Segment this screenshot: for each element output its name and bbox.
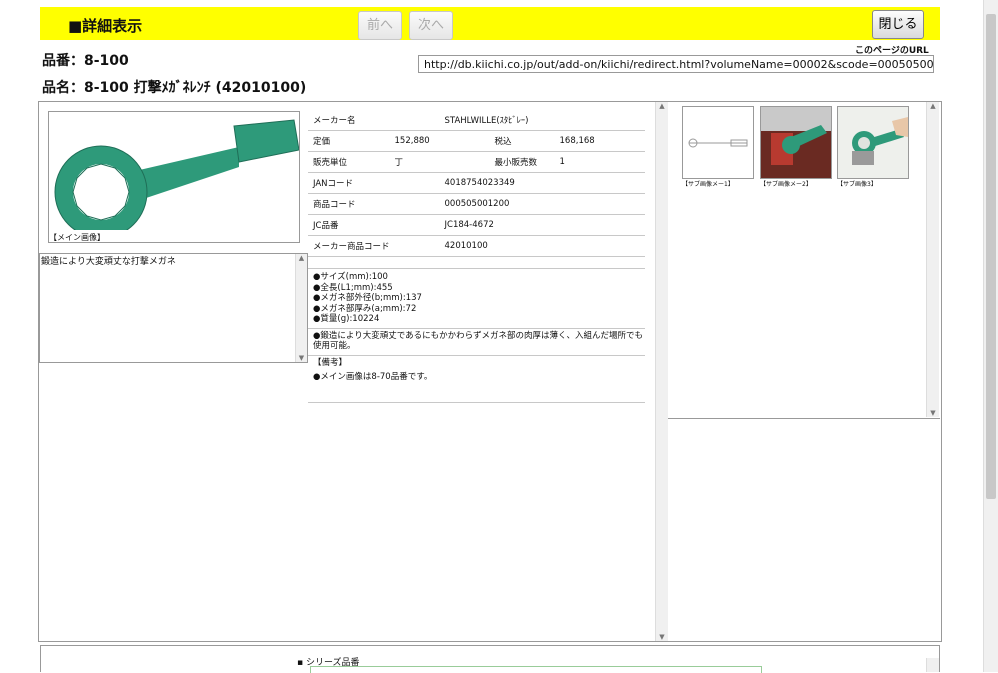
- prev-button[interactable]: 前へ: [358, 11, 402, 40]
- code-label: 商品コード: [308, 193, 390, 215]
- page-title: ■詳細表示: [68, 17, 143, 35]
- series-scrollbar[interactable]: [926, 658, 939, 672]
- description-text: 鍛造により大変頑丈な打撃メガネ: [41, 257, 176, 267]
- page-scrollbar[interactable]: [983, 0, 998, 672]
- next-button[interactable]: 次へ: [409, 11, 453, 40]
- scroll-down-icon[interactable]: ▼: [927, 409, 939, 417]
- sub-image-3-photo: [838, 107, 908, 178]
- main-image-caption: 【メイン画像】: [49, 233, 105, 242]
- description-box[interactable]: 鍛造により大変頑丈な打撃メガネ ▲ ▼: [39, 253, 308, 363]
- code-value: 000505001200: [389, 193, 645, 215]
- sub-image-1[interactable]: [682, 106, 754, 179]
- sub-image-3[interactable]: [837, 106, 909, 179]
- min-value: 1: [554, 151, 645, 173]
- sub-image-3-caption: 【サブ画像3】: [837, 181, 877, 188]
- description-scrollbar[interactable]: ▲ ▼: [295, 254, 307, 362]
- price-value: 152,880: [389, 130, 490, 152]
- sub-image-2-caption: 【サブ画像メー2】: [760, 181, 812, 188]
- min-label: 最小販売数: [489, 151, 555, 173]
- remarks-text: ●メイン画像は8-70品番です。: [313, 372, 433, 382]
- top-bar: [40, 7, 940, 40]
- price-label: 定価: [308, 130, 390, 152]
- feature-length: ●全長(L1;mm):455: [313, 282, 393, 293]
- feature-thickness: ●メガネ部厚み(a;mm):72: [313, 303, 417, 314]
- unit-label: 販売単位: [308, 151, 390, 173]
- sub-image-2[interactable]: [760, 106, 832, 179]
- sub-image-1-diagram: [688, 138, 748, 148]
- feature-list: ●サイズ(mm):100 ●全長(L1;mm):455 ●メガネ部外径(b;mm…: [308, 268, 645, 403]
- unit-value: 丁: [389, 151, 490, 173]
- page-scroll-thumb[interactable]: [986, 14, 996, 499]
- scroll-up-icon[interactable]: ▲: [296, 254, 307, 262]
- wrench-image: [54, 119, 299, 239]
- scroll-up-icon[interactable]: ▲: [656, 102, 668, 110]
- sub-image-scrollbar[interactable]: ▲ ▼: [926, 102, 939, 417]
- scroll-down-icon[interactable]: ▼: [656, 633, 668, 641]
- sub-image-1-caption: 【サブ画像メー1】: [682, 181, 734, 188]
- jc-value: JC184-4672: [389, 214, 645, 236]
- maker-code-value: 42010100: [389, 235, 645, 257]
- product-name: 品名：8-100 打撃ﾒｶﾞﾈﾚﾝﾁ (42010100): [42, 80, 307, 96]
- spec-table: メーカー名 STAHLWILLE(ｽﾀﾋﾞﾚｰ) 定価 152,880 税込 1…: [308, 110, 645, 257]
- middle-scrollbar[interactable]: ▲ ▼: [655, 102, 668, 641]
- jan-label: JANコード: [308, 172, 390, 194]
- tax-label: 税込: [489, 130, 555, 152]
- feature-size: ●サイズ(mm):100: [313, 272, 388, 282]
- tax-value: 168,168: [554, 130, 645, 152]
- jan-value: 4018754023349: [389, 172, 645, 194]
- product-number: 品番：8-100: [42, 53, 129, 69]
- feature-weight: ●質量(g):10224: [313, 314, 380, 324]
- remarks-title: 【備考】: [313, 357, 348, 368]
- main-image[interactable]: 【メイン画像】: [48, 111, 300, 243]
- feature-note: ●鍛造により大変頑丈であるにもかかわらずメガネ部の肉厚は薄く、入組んだ場所でも使…: [313, 330, 643, 352]
- jc-label: JC品番: [308, 214, 390, 236]
- maker-code-label: メーカー商品コード: [308, 235, 390, 257]
- scroll-up-icon[interactable]: ▲: [927, 102, 939, 110]
- maker-value: STAHLWILLE(ｽﾀﾋﾞﾚｰ): [389, 110, 645, 131]
- divider: [308, 401, 645, 403]
- maker-label: メーカー名: [308, 110, 390, 131]
- close-button[interactable]: 閉じる: [872, 10, 924, 39]
- feature-outer: ●メガネ部外径(b;mm):137: [313, 293, 422, 303]
- page-url-field[interactable]: http://db.kiichi.co.jp/out/add-on/kiichi…: [418, 55, 934, 73]
- scroll-down-icon[interactable]: ▼: [296, 354, 307, 362]
- sub-image-2-photo: [761, 107, 831, 178]
